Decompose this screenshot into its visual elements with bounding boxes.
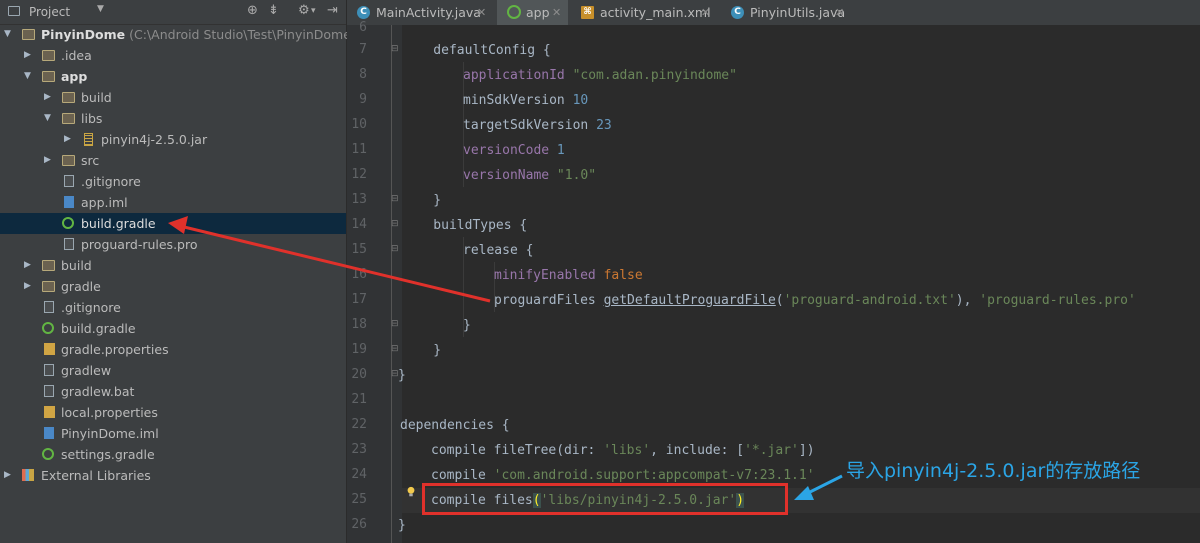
red-arrow-line [179,224,491,303]
annotation-arrows [168,216,843,500]
blue-arrow-line [805,474,843,496]
blue-arrow-head-icon [794,486,814,500]
red-arrow-head-icon [168,216,188,234]
